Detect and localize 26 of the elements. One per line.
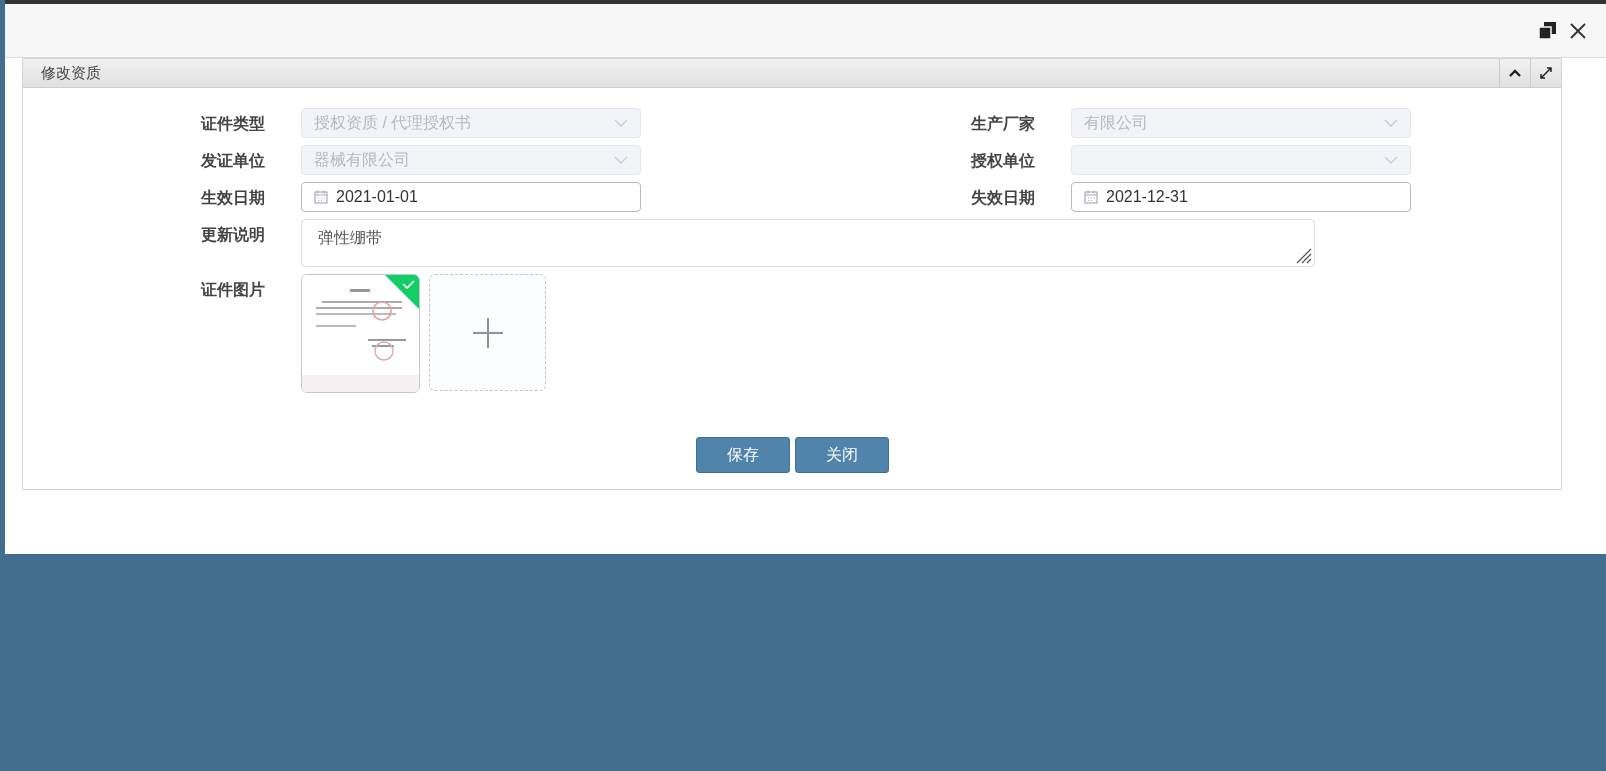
- chevron-down-icon: [1384, 156, 1398, 164]
- field-label: 授权单位: [971, 151, 1036, 171]
- chevron-down-icon: [614, 119, 628, 127]
- field-label: 失效日期: [971, 188, 1036, 208]
- field-label: 证件图片: [201, 280, 266, 300]
- field-label: 更新说明: [201, 225, 266, 245]
- date-field[interactable]: 2021-01-01: [301, 182, 641, 212]
- chevron-down-icon: [614, 156, 628, 164]
- textarea-field[interactable]: 弹性绷带: [301, 219, 1315, 267]
- field-label: 证件类型: [201, 114, 266, 134]
- expand-icon: [1540, 67, 1552, 79]
- close-icon[interactable]: [1570, 22, 1586, 39]
- chevron-up-icon: [1509, 69, 1521, 77]
- save-button[interactable]: 保存: [695, 437, 790, 473]
- field-label: 生效日期: [201, 188, 266, 208]
- plus-icon: [472, 317, 503, 348]
- chevron-down-icon: [1384, 119, 1398, 127]
- field-label: 生产厂家: [971, 114, 1036, 134]
- date-field[interactable]: 2021-12-31: [1071, 182, 1411, 212]
- calendar-icon: [314, 190, 328, 204]
- field-label: 发证单位: [201, 151, 266, 171]
- panel-title: 修改资质: [40, 63, 102, 83]
- restore-icon[interactable]: [1539, 22, 1556, 39]
- close-button[interactable]: 关闭: [794, 437, 889, 473]
- resize-grip-icon[interactable]: [1294, 246, 1312, 264]
- calendar-icon: [1084, 190, 1098, 204]
